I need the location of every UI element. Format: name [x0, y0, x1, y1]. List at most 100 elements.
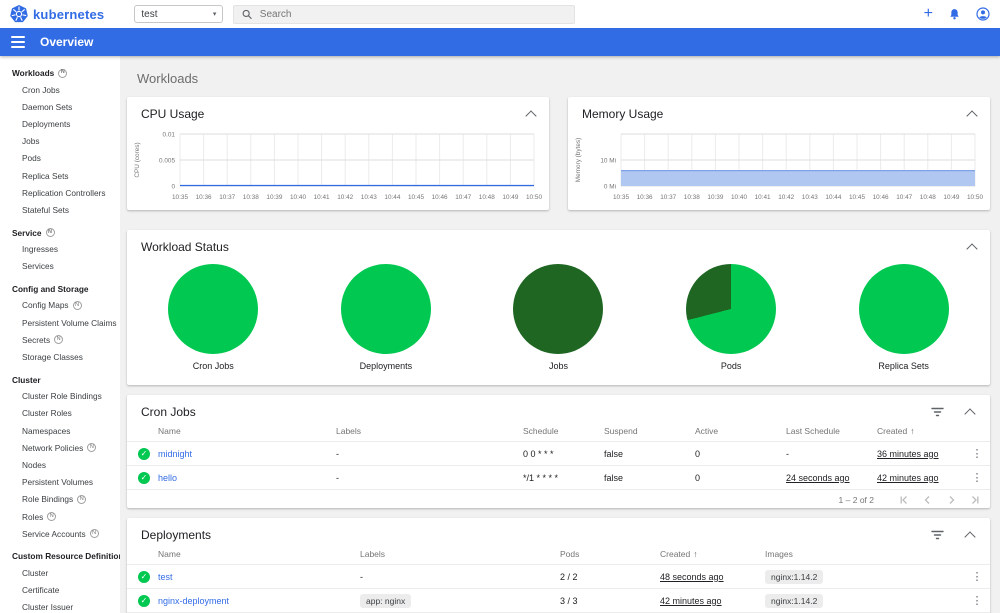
sidebar-item-stateful-sets[interactable]: Stateful Sets — [0, 201, 120, 218]
suspend-cell: false — [604, 472, 624, 483]
cron-jobs-title: Cron Jobs — [141, 405, 196, 419]
sidebar-item-pods[interactable]: Pods — [0, 150, 120, 167]
svg-text:10:38: 10:38 — [684, 194, 700, 201]
column-header-name[interactable]: Name — [158, 549, 360, 559]
svg-text:10:43: 10:43 — [361, 194, 377, 201]
sidebar-item-persistent-volumes[interactable]: Persistent Volumes — [0, 474, 120, 491]
sidebar-item-cluster-issuer[interactable]: Cluster Issuer — [0, 599, 120, 613]
sidebar-item-label: Network Policies — [22, 442, 84, 453]
last-page-icon[interactable] — [970, 495, 980, 505]
sidebar-item-namespaces[interactable]: Namespaces — [0, 422, 120, 439]
cpu-usage-chart: 10:35 10:36 10:37 10:38 10:39 10:40 10:41 10:42… — [134, 131, 542, 201]
column-header-label: Pods — [560, 549, 580, 559]
column-header-images[interactable]: Images — [765, 549, 964, 559]
column-header-suspend[interactable]: Suspend — [604, 426, 695, 436]
sidebar-item-config-maps[interactable]: Config Maps N — [0, 297, 120, 314]
sidebar-group-label: Custom Resource Definitions — [12, 551, 120, 562]
sidebar-item-persistent-volume-claims[interactable]: Persistent Volume ClaimsN — [0, 314, 120, 331]
filter-icon[interactable] — [931, 530, 944, 540]
svg-text:10:47: 10:47 — [896, 194, 912, 201]
svg-text:10:44: 10:44 — [384, 194, 400, 201]
sidebar-group-service[interactable]: Service N — [0, 224, 120, 241]
filter-icon[interactable] — [931, 407, 944, 417]
row-actions-button[interactable]: ⋮ — [964, 594, 990, 607]
collapse-chevron-icon[interactable] — [964, 531, 976, 543]
collapse-chevron-icon[interactable] — [525, 110, 537, 122]
svg-text:10:37: 10:37 — [219, 194, 235, 201]
create-resource-button[interactable]: + — [924, 6, 933, 22]
column-header-pods[interactable]: Pods — [560, 549, 660, 559]
column-header-active[interactable]: Active — [695, 426, 786, 436]
namespaced-badge: N — [72, 300, 82, 310]
status-cell: ✓ — [138, 447, 158, 460]
resource-name-link[interactable]: test — [158, 572, 360, 582]
sidebar-item-replica-sets[interactable]: Replica Sets — [0, 167, 120, 184]
sidebar-item-label: Replica Sets — [22, 170, 69, 181]
user-account-icon[interactable] — [976, 7, 990, 21]
previous-page-icon[interactable] — [922, 495, 932, 505]
sidebar-item-jobs[interactable]: Jobs — [0, 133, 120, 150]
namespaced-badge: N — [54, 335, 64, 345]
workload-pie-replica-sets: Replica Sets — [817, 264, 990, 371]
column-header-created[interactable]: Created ↑ — [660, 549, 765, 559]
sidebar-item-roles[interactable]: Roles N — [0, 508, 120, 525]
resource-name-link[interactable]: hello — [158, 473, 336, 483]
sidebar-item-label: Daemon Sets — [22, 101, 73, 112]
search-input[interactable] — [259, 8, 567, 20]
sidebar-item-replication-controllers[interactable]: Replication Controllers — [0, 184, 120, 201]
workload-pie-cron-jobs: Cron Jobs — [127, 264, 300, 371]
sidebar-item-network-policies[interactable]: Network Policies N — [0, 439, 120, 456]
main-content: Workloads CPU Usage 10:35 10:36 10:37 10:38… — [120, 56, 1000, 613]
row-actions-button[interactable]: ⋮ — [964, 471, 990, 484]
sidebar-item-secrets[interactable]: Secrets N — [0, 331, 120, 348]
sidebar-item-role-bindings[interactable]: Role Bindings N — [0, 491, 120, 508]
sidebar-item-cluster-roles[interactable]: Cluster Roles — [0, 405, 120, 422]
column-header-last_schedule[interactable]: Last Schedule — [786, 426, 877, 436]
resource-name-link[interactable]: nginx-deployment — [158, 596, 360, 606]
sidebar-item-label: Secrets — [22, 334, 51, 345]
sidebar-item-deployments[interactable]: Deployments — [0, 115, 120, 132]
svg-text:10:42: 10:42 — [778, 194, 794, 201]
sidebar-item-label: Certificate — [22, 585, 60, 596]
svg-text:10:46: 10:46 — [873, 194, 889, 201]
sidebar-group-workloads[interactable]: Workloads N — [0, 64, 120, 81]
sidebar-group-cluster: Cluster — [0, 371, 120, 388]
notifications-bell-icon[interactable] — [948, 8, 961, 21]
deployments-table: Name Labels Pods Created ↑ Images ✓ test -2 / 24… — [127, 544, 990, 613]
deployments-title: Deployments — [141, 528, 212, 542]
column-header-schedule[interactable]: Schedule — [523, 426, 604, 436]
sidebar-item-certificate[interactable]: Certificate — [0, 582, 120, 599]
column-header-name[interactable]: Name — [158, 426, 336, 436]
sidebar-item-service-accounts[interactable]: Service Accounts N — [0, 525, 120, 542]
first-page-icon[interactable] — [898, 495, 908, 505]
next-page-icon[interactable] — [946, 495, 956, 505]
column-header-created[interactable]: Created ↑ — [877, 426, 964, 436]
sidebar-item-daemon-sets[interactable]: Daemon Sets — [0, 98, 120, 115]
labels-cell: - — [336, 448, 339, 459]
collapse-chevron-icon[interactable] — [964, 408, 976, 420]
column-header-labels[interactable]: Labels — [336, 426, 523, 436]
sidebar-item-cron-jobs[interactable]: Cron Jobs — [0, 81, 120, 98]
resource-name-link[interactable]: midnight — [158, 449, 336, 459]
svg-text:10:38: 10:38 — [243, 194, 259, 201]
svg-text:10:45: 10:45 — [408, 194, 424, 201]
collapse-chevron-icon[interactable] — [966, 110, 978, 122]
namespace-selected-value: test — [141, 8, 158, 20]
row-actions-button[interactable]: ⋮ — [964, 447, 990, 460]
sidebar-item-cluster[interactable]: Cluster — [0, 564, 120, 581]
sidebar-item-ingresses[interactable]: Ingresses — [0, 241, 120, 258]
menu-hamburger-icon[interactable] — [11, 36, 25, 48]
chevron-down-icon: ▾ — [212, 11, 217, 18]
namespace-select[interactable]: test ▾ — [134, 5, 224, 23]
svg-text:10:41: 10:41 — [314, 194, 330, 201]
relative-time: 48 seconds ago — [660, 571, 724, 582]
collapse-chevron-icon[interactable] — [966, 243, 978, 255]
row-actions-button[interactable]: ⋮ — [964, 570, 990, 583]
column-header-labels[interactable]: Labels — [360, 549, 560, 559]
sidebar-item-nodes[interactable]: Nodes — [0, 456, 120, 473]
column-header-label: Name — [158, 426, 181, 436]
sidebar-item-storage-classes[interactable]: Storage Classes — [0, 348, 120, 365]
sidebar-item-services[interactable]: Services — [0, 258, 120, 275]
pie-chart — [168, 264, 259, 354]
sidebar-item-cluster-role-bindings[interactable]: Cluster Role Bindings — [0, 388, 120, 405]
